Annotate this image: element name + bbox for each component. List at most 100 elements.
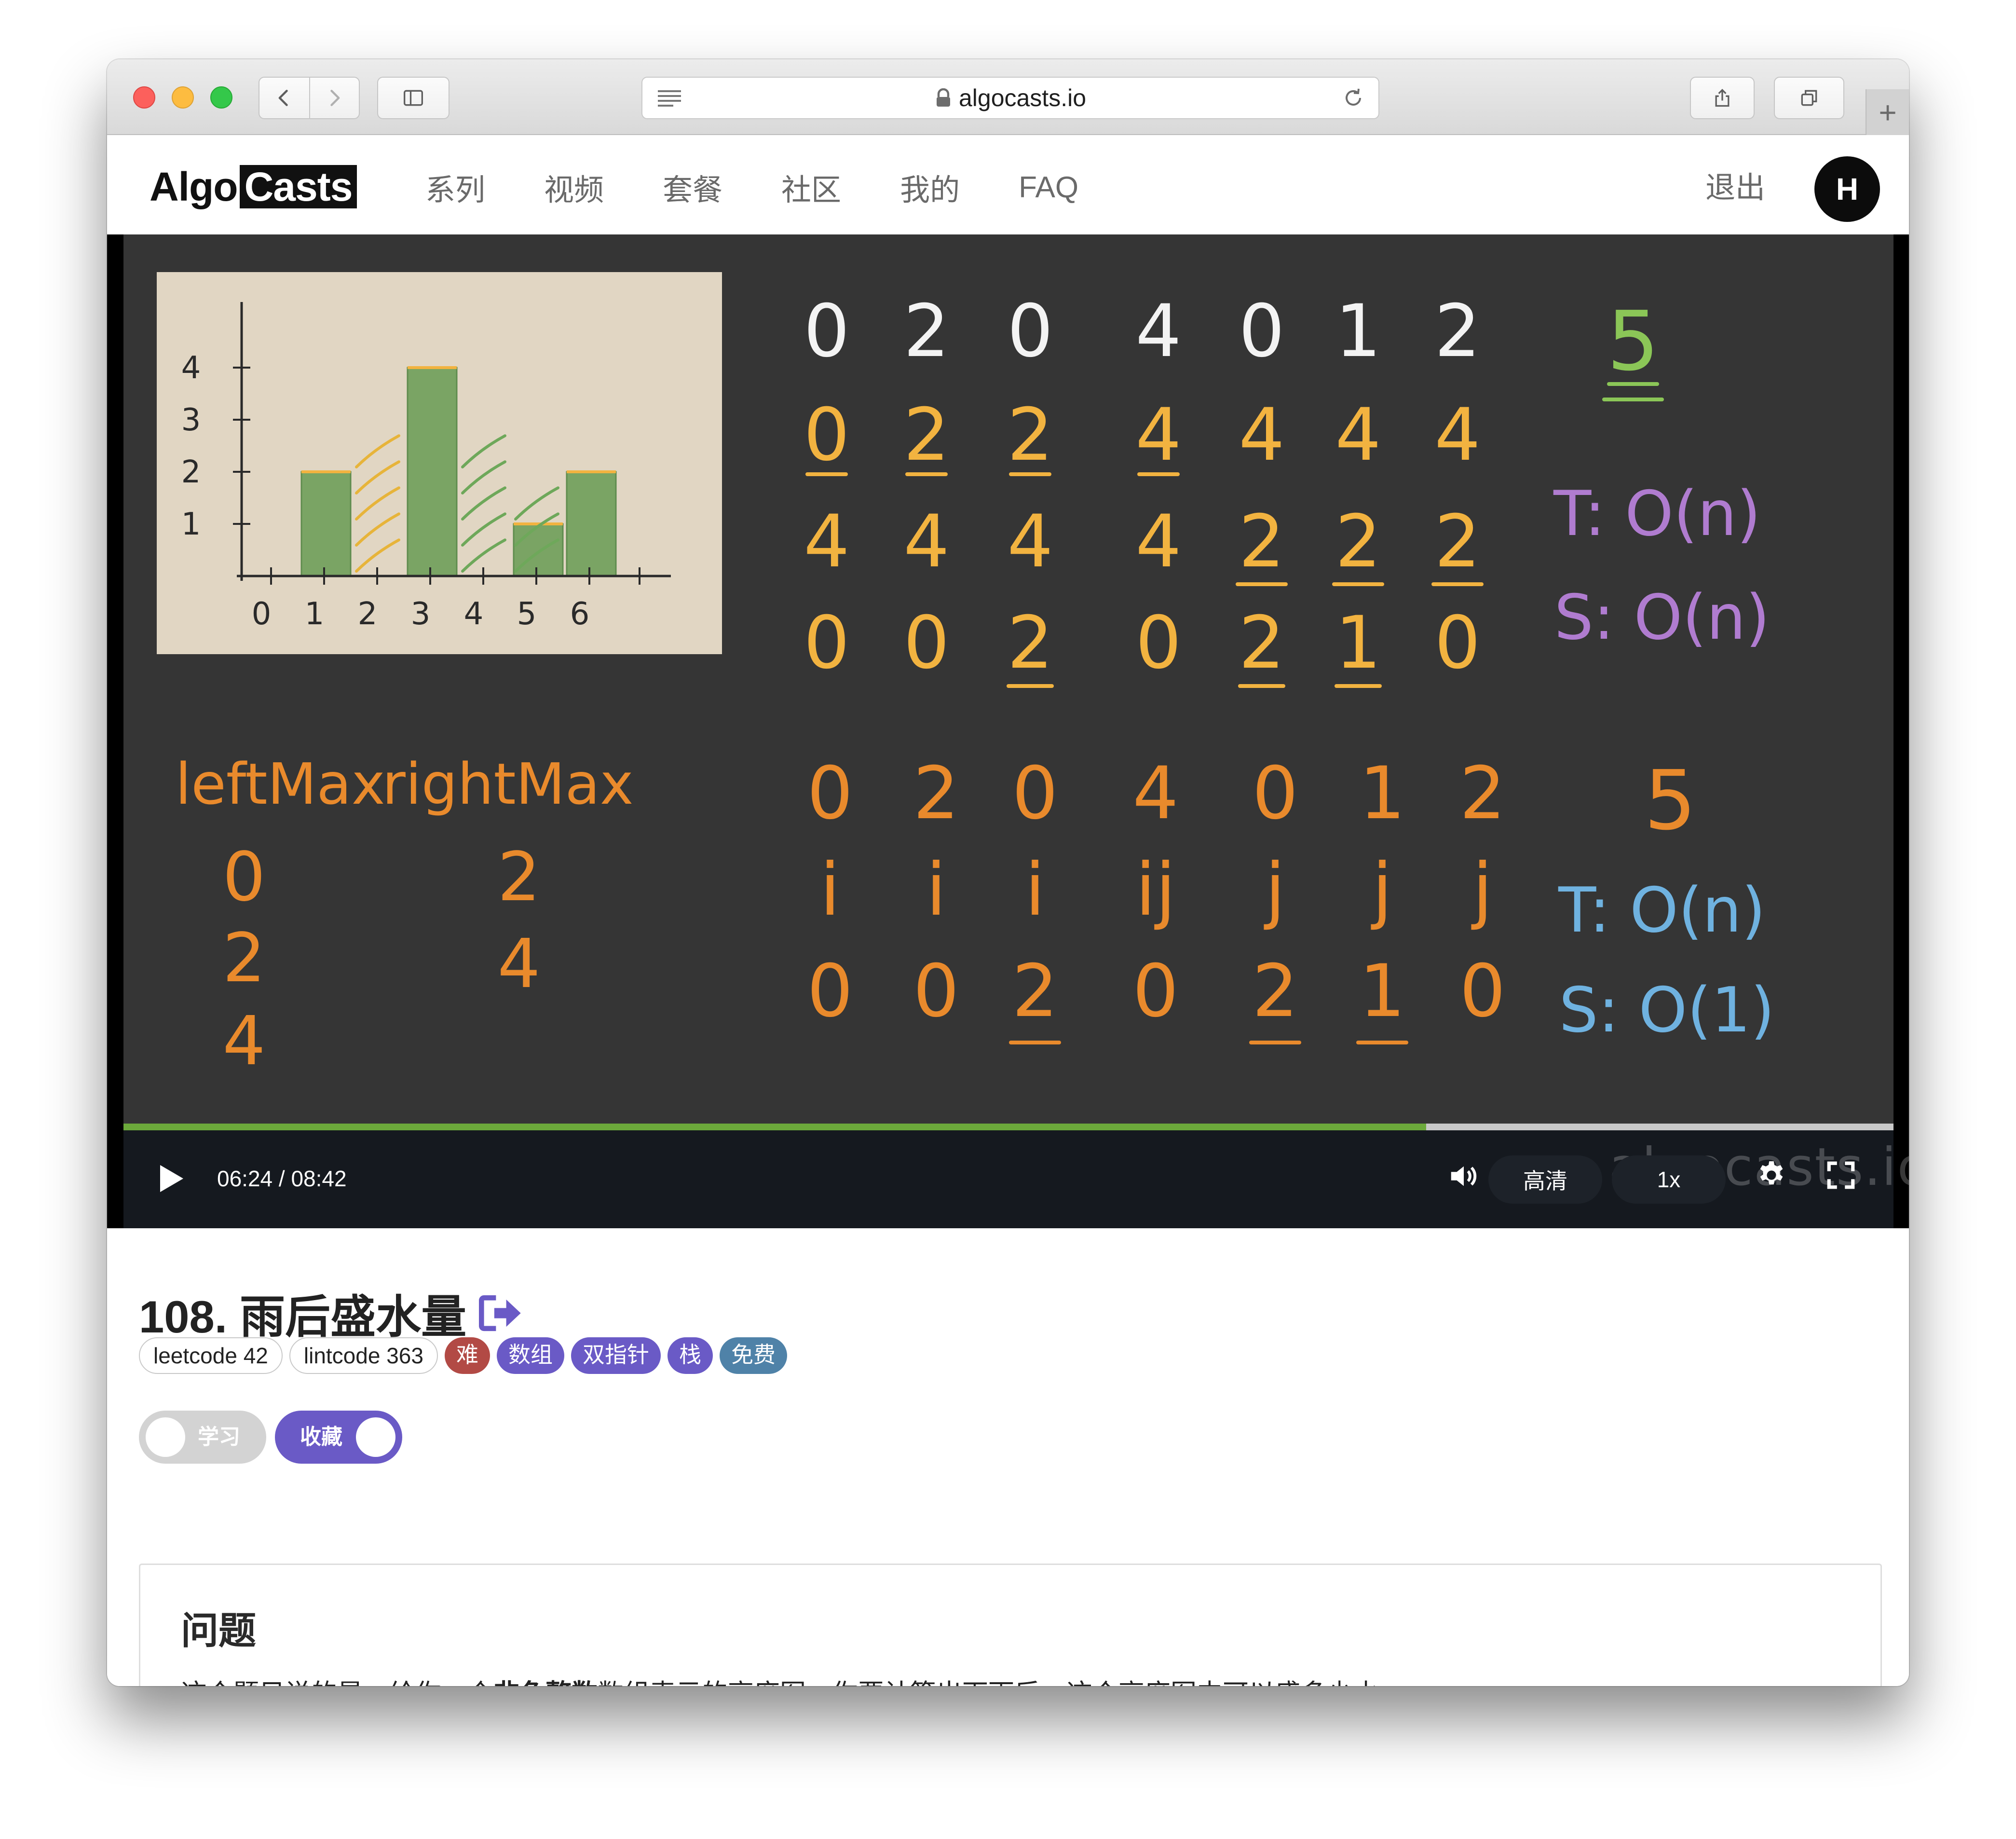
board-pointer-height-value: 2: [1459, 752, 1505, 836]
tag-lintcode[interactable]: lintcode 363: [289, 1337, 438, 1374]
favorite-toggle-label: 收藏: [300, 1425, 342, 1449]
new-tab-button[interactable]: +: [1866, 89, 1909, 135]
forward-button[interactable]: [309, 78, 359, 118]
lesson-content: 108. 雨后盛水量 leetcode 42 lintcode 363 难 数组…: [107, 1228, 1909, 1686]
board-pointer-water-value: 0: [807, 949, 853, 1033]
histogram-y-tick-label: 2: [181, 454, 201, 490]
board-time-complexity-2: T: O(n): [1558, 875, 1766, 947]
board-leftmax-value: 2: [903, 393, 949, 477]
play-icon[interactable]: [158, 1163, 185, 1194]
histogram-x-tick-label: 1: [305, 596, 325, 632]
nav-mine[interactable]: 我的: [900, 165, 960, 209]
board-leftmax-value: 4: [1135, 393, 1181, 477]
histogram-y-tick-label: 4: [181, 350, 201, 386]
sidebar-toggle-button[interactable]: [377, 77, 450, 119]
avatar[interactable]: H: [1814, 156, 1880, 222]
site-logo[interactable]: Algo Casts: [150, 164, 357, 209]
board-pointer-label: i: [926, 848, 946, 932]
gear-icon[interactable]: [1756, 1159, 1787, 1191]
logo-text-algo: Algo: [150, 164, 238, 209]
video-frame-blackboard[interactable]: 4321012345602040120224444444422200202105…: [123, 234, 1893, 1125]
board-space-complexity-1: S: O(n): [1554, 582, 1770, 654]
board-water-value: 0: [804, 601, 849, 685]
tag-two-pointers[interactable]: 双指针: [571, 1337, 661, 1374]
board-pointer-water-value: 2: [1012, 949, 1058, 1033]
histogram-bar: [566, 471, 617, 577]
board-leftmax-value: 2: [1007, 393, 1053, 477]
problem-text-after: 数组表示的高度图，你要计算出下雨后，这个高度图中可以盛多少水。: [598, 1679, 1405, 1686]
board-water-value: 0: [1135, 601, 1181, 685]
favorite-toggle[interactable]: 收藏: [275, 1411, 402, 1464]
nav-videos[interactable]: 视频: [544, 165, 604, 209]
board-pointer-water-value: 0: [1459, 949, 1505, 1033]
quality-selector[interactable]: 高清: [1488, 1155, 1602, 1204]
fullscreen-icon[interactable]: [1825, 1159, 1857, 1191]
histogram-x-tick-label: 5: [517, 596, 537, 632]
board-height-value: 2: [1434, 289, 1480, 373]
logout-link[interactable]: 退出: [1705, 165, 1765, 211]
problem-text-bold: 非负整数: [493, 1679, 598, 1686]
nav-community[interactable]: 社区: [781, 165, 841, 209]
video-progress-played: [123, 1124, 1427, 1130]
board-height-value: 0: [804, 289, 849, 373]
board-leftmax-label: leftMax: [175, 751, 385, 817]
board-time-complexity-1: T: O(n): [1553, 478, 1761, 550]
tabs-overview-button[interactable]: [1774, 77, 1844, 119]
board-water-value: 0: [1434, 601, 1480, 685]
board-pointer-label: i: [820, 848, 840, 932]
board-water-value: 0: [903, 601, 949, 685]
tabs-icon: [1801, 90, 1817, 106]
blackboard-drawing: 43210 1 2 3 4 5 60 2 0 4 0 1 20 2 2 4 4 4 44 4 4 4 2 2 20 0 2 0 2 1 05…: [157, 272, 1775, 1081]
close-window-button[interactable]: [133, 86, 155, 109]
board-pointer-label: j: [1471, 848, 1493, 932]
main-nav: 系列 视频 套餐 社区 我的 FAQ: [425, 164, 1137, 210]
problem-card: 问题 这个题目说的是，给你一个非负整数数组表示的高度图，你要计算出下雨后，这个高…: [139, 1564, 1882, 1686]
share-external-icon[interactable]: [479, 1294, 523, 1332]
board-pointer-height-value: 0: [1012, 752, 1058, 836]
histogram-y-tick-label: 1: [181, 507, 201, 542]
zoom-window-button[interactable]: [210, 86, 232, 109]
video-time: 06:24 / 08:42: [217, 1166, 347, 1191]
board-pointer-water-value: 0: [913, 949, 959, 1033]
sidebar-icon: [404, 90, 423, 106]
board-pointer-height-value: 1: [1359, 752, 1405, 836]
speed-selector[interactable]: 1x: [1612, 1155, 1726, 1204]
reload-icon[interactable]: [1342, 86, 1365, 110]
video-controls: 06:24 / 08:42 algocasts.io 高清 1x: [123, 1130, 1909, 1228]
volume-icon[interactable]: [1447, 1159, 1481, 1193]
chevron-left-icon: [279, 90, 288, 106]
board-pointer-label: ij: [1135, 848, 1175, 932]
share-button[interactable]: [1690, 77, 1755, 119]
learn-toggle-knob: [146, 1417, 185, 1457]
url-text: algocasts.io: [958, 84, 1087, 111]
board-height-value: 0: [1007, 289, 1053, 373]
board-water-value: 1: [1335, 601, 1381, 685]
histogram-x-tick-label: 4: [464, 596, 484, 632]
nav-faq[interactable]: FAQ: [1019, 170, 1078, 205]
board-pointer-water-value: 1: [1359, 949, 1405, 1033]
tag-array[interactable]: 数组: [496, 1337, 564, 1374]
video-player[interactable]: 4321012345602040120224444444422200202105…: [107, 234, 1909, 1228]
nav-plans[interactable]: 套餐: [663, 165, 722, 209]
minimize-window-button[interactable]: [172, 86, 194, 109]
board-total-top: 5: [1607, 294, 1659, 389]
video-progress-bar[interactable]: [123, 1124, 1893, 1130]
board-rightmax-value: 2: [1434, 500, 1480, 584]
board-space-complexity-2: S: O(1): [1559, 974, 1774, 1046]
board-height-value: 0: [1239, 289, 1284, 373]
board-water-value: 2: [1007, 601, 1053, 685]
tag-difficulty[interactable]: 难: [444, 1337, 490, 1374]
histogram-x-tick-label: 0: [252, 596, 272, 632]
back-button[interactable]: [259, 78, 309, 118]
tag-stack[interactable]: 栈: [667, 1337, 713, 1374]
lesson-title: 108. 雨后盛水量: [139, 1291, 467, 1342]
board-rightmax-history: 4: [497, 925, 540, 1003]
tag-leetcode[interactable]: leetcode 42: [139, 1337, 283, 1374]
history-nav: [259, 77, 360, 119]
learn-toggle[interactable]: 学习: [139, 1411, 266, 1464]
nav-series[interactable]: 系列: [425, 165, 485, 209]
board-leftmax-history: 2: [222, 919, 265, 998]
tag-free[interactable]: 免费: [719, 1337, 787, 1374]
address-bar[interactable]: algocasts.io: [641, 77, 1379, 119]
lock-icon: [936, 88, 950, 107]
